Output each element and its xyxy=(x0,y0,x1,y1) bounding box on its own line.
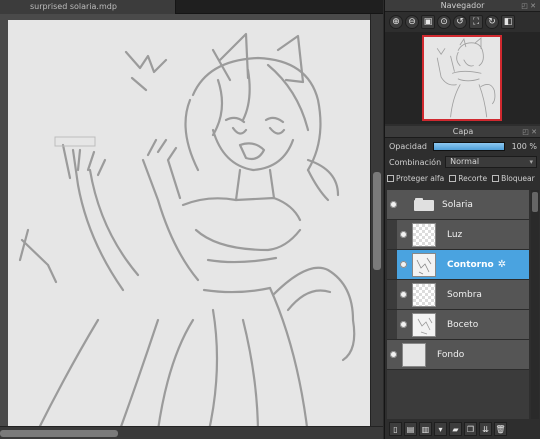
blend-mode-row: Combinación Normal ▾ xyxy=(385,154,540,170)
layer-thumbnail xyxy=(412,282,436,307)
visibility-eye-icon[interactable] xyxy=(400,261,407,268)
delete-layer-icon[interactable]: 🗑 xyxy=(494,422,507,436)
navigator-title-bar: Navegador ◰ ✕ xyxy=(385,0,540,12)
opacity-slider-fill xyxy=(433,142,504,150)
visibility-eye-icon[interactable] xyxy=(400,321,407,328)
checkbox-label: Recorte xyxy=(458,173,488,183)
opacity-row: Opacidad 100 % xyxy=(385,138,540,154)
navigator-viewport-frame[interactable] xyxy=(422,35,502,121)
layer-options-row: Proteger alfa Recorte Bloquear xyxy=(385,170,540,186)
zoom-in-icon[interactable]: ⊕ xyxy=(389,15,403,29)
folder-icon xyxy=(414,198,434,211)
layer-name: Sombra xyxy=(447,289,482,300)
vertical-scrollbar[interactable] xyxy=(370,14,383,426)
opacity-value: 100 % xyxy=(511,141,537,151)
checkbox-label: Bloquear xyxy=(501,173,535,183)
layer-name: Solaria xyxy=(442,199,473,210)
layer-fondo[interactable]: Fondo xyxy=(387,340,529,370)
checkbox-label: Proteger alfa xyxy=(396,173,445,183)
canvas-drawing[interactable] xyxy=(8,20,370,439)
layer-list-scroll-thumb[interactable] xyxy=(532,192,538,212)
document-tab[interactable]: surprised solaria.mdp xyxy=(0,0,176,14)
opacity-slider[interactable] xyxy=(432,141,505,151)
layers-panel: Capa ◰ ✕ Opacidad 100 % Combinación Norm… xyxy=(385,126,540,439)
cat-girl-sketch xyxy=(18,32,356,437)
actual-size-icon[interactable]: ⊙ xyxy=(437,15,451,29)
layer-name: Contorno xyxy=(447,259,494,270)
panel-window-icons[interactable]: ◰ ✕ xyxy=(522,126,537,138)
layer-name: Luz xyxy=(447,229,463,240)
vertical-scroll-thumb[interactable] xyxy=(373,172,381,270)
opacity-label: Opacidad xyxy=(389,141,427,151)
rotate-left-icon[interactable]: ↺ xyxy=(453,15,467,29)
layer-contorno[interactable]: Contorno ✲ xyxy=(387,250,529,280)
visibility-eye-icon[interactable] xyxy=(400,291,407,298)
layer-thumbnail xyxy=(412,252,436,277)
layer-thumbnail xyxy=(412,222,436,247)
layer-toolbar: ▯ ▤ ▥ ▾ ▰ ❐ ⇊ 🗑 xyxy=(385,419,540,439)
chevron-down-icon: ▾ xyxy=(529,158,533,166)
new-layer-menu-icon[interactable]: ▤ xyxy=(404,422,417,436)
navigator-preview-area[interactable] xyxy=(385,32,540,124)
layer-luz[interactable]: Luz xyxy=(387,220,529,250)
new-layer-icon[interactable]: ▯ xyxy=(389,422,402,436)
merge-layer-icon[interactable]: ⇊ xyxy=(479,422,492,436)
blend-mode-label: Combinación xyxy=(389,157,442,167)
panel-window-icons[interactable]: ◰ ✕ xyxy=(521,0,536,12)
add-layer-dropdown-icon[interactable]: ▾ xyxy=(434,422,447,436)
navigator-toolbar: ⊕ ⊖ ▣ ⊙ ↺ ⛶ ↻ ◧ xyxy=(385,12,540,32)
layer-sombra[interactable]: Sombra xyxy=(387,280,529,310)
flip-icon[interactable]: ◧ xyxy=(501,15,515,29)
visibility-eye-icon[interactable] xyxy=(400,231,407,238)
layer-name: Fondo xyxy=(437,349,465,360)
layer-thumbnail xyxy=(402,342,426,367)
clipping-checkbox[interactable]: Recorte xyxy=(449,174,487,183)
layer-name: Boceto xyxy=(447,319,479,330)
layers-title: Capa xyxy=(452,127,474,136)
visibility-eye-icon[interactable] xyxy=(390,201,397,208)
canvas-area[interactable] xyxy=(0,14,383,439)
app-window: surprised solaria.mdp Navegador ◰ ✕ ⊕ ⊖ … xyxy=(0,0,540,439)
fit-window-icon[interactable]: ▣ xyxy=(421,15,435,29)
zoom-out-icon[interactable]: ⊖ xyxy=(405,15,419,29)
layer-folder-solaria[interactable]: Solaria xyxy=(387,190,529,220)
visibility-eye-icon[interactable] xyxy=(390,351,397,358)
surprise-mark xyxy=(124,50,168,92)
lock-checkbox[interactable]: Bloquear xyxy=(492,174,535,183)
navigator-title: Navegador xyxy=(440,1,485,10)
layer-list-scrollbar[interactable] xyxy=(531,190,539,422)
layer-list: Solaria Luz Contorno ✲ Sombra Boceto Fon… xyxy=(387,190,529,422)
protect-alpha-checkbox[interactable]: Proteger alfa xyxy=(387,174,444,183)
checkbox-box[interactable] xyxy=(492,174,500,182)
new-1bit-layer-icon[interactable]: ▥ xyxy=(419,422,432,436)
duplicate-layer-icon[interactable]: ❐ xyxy=(464,422,477,436)
new-folder-icon[interactable]: ▰ xyxy=(449,422,462,436)
document-tab-bar: surprised solaria.mdp xyxy=(0,0,383,14)
horizontal-scroll-thumb[interactable] xyxy=(0,430,118,437)
right-panel: Navegador ◰ ✕ ⊕ ⊖ ▣ ⊙ ↺ ⛶ ↻ ◧ Capa ◰ ✕ O… xyxy=(384,0,540,439)
layer-thumbnail xyxy=(412,312,436,337)
checkbox-box[interactable] xyxy=(449,174,457,182)
blend-mode-select[interactable]: Normal ▾ xyxy=(445,156,537,168)
layers-title-bar: Capa ◰ ✕ xyxy=(385,126,540,138)
rotate-right-icon[interactable]: ↻ xyxy=(485,15,499,29)
layer-boceto[interactable]: Boceto xyxy=(387,310,529,340)
navigator-thumbnail xyxy=(436,37,496,118)
fullscreen-icon[interactable]: ⛶ xyxy=(469,15,483,29)
gear-icon[interactable]: ✲ xyxy=(498,259,506,270)
horizontal-scrollbar[interactable] xyxy=(0,426,383,439)
blend-mode-value: Normal xyxy=(450,157,480,166)
checkbox-box[interactable] xyxy=(387,174,394,182)
